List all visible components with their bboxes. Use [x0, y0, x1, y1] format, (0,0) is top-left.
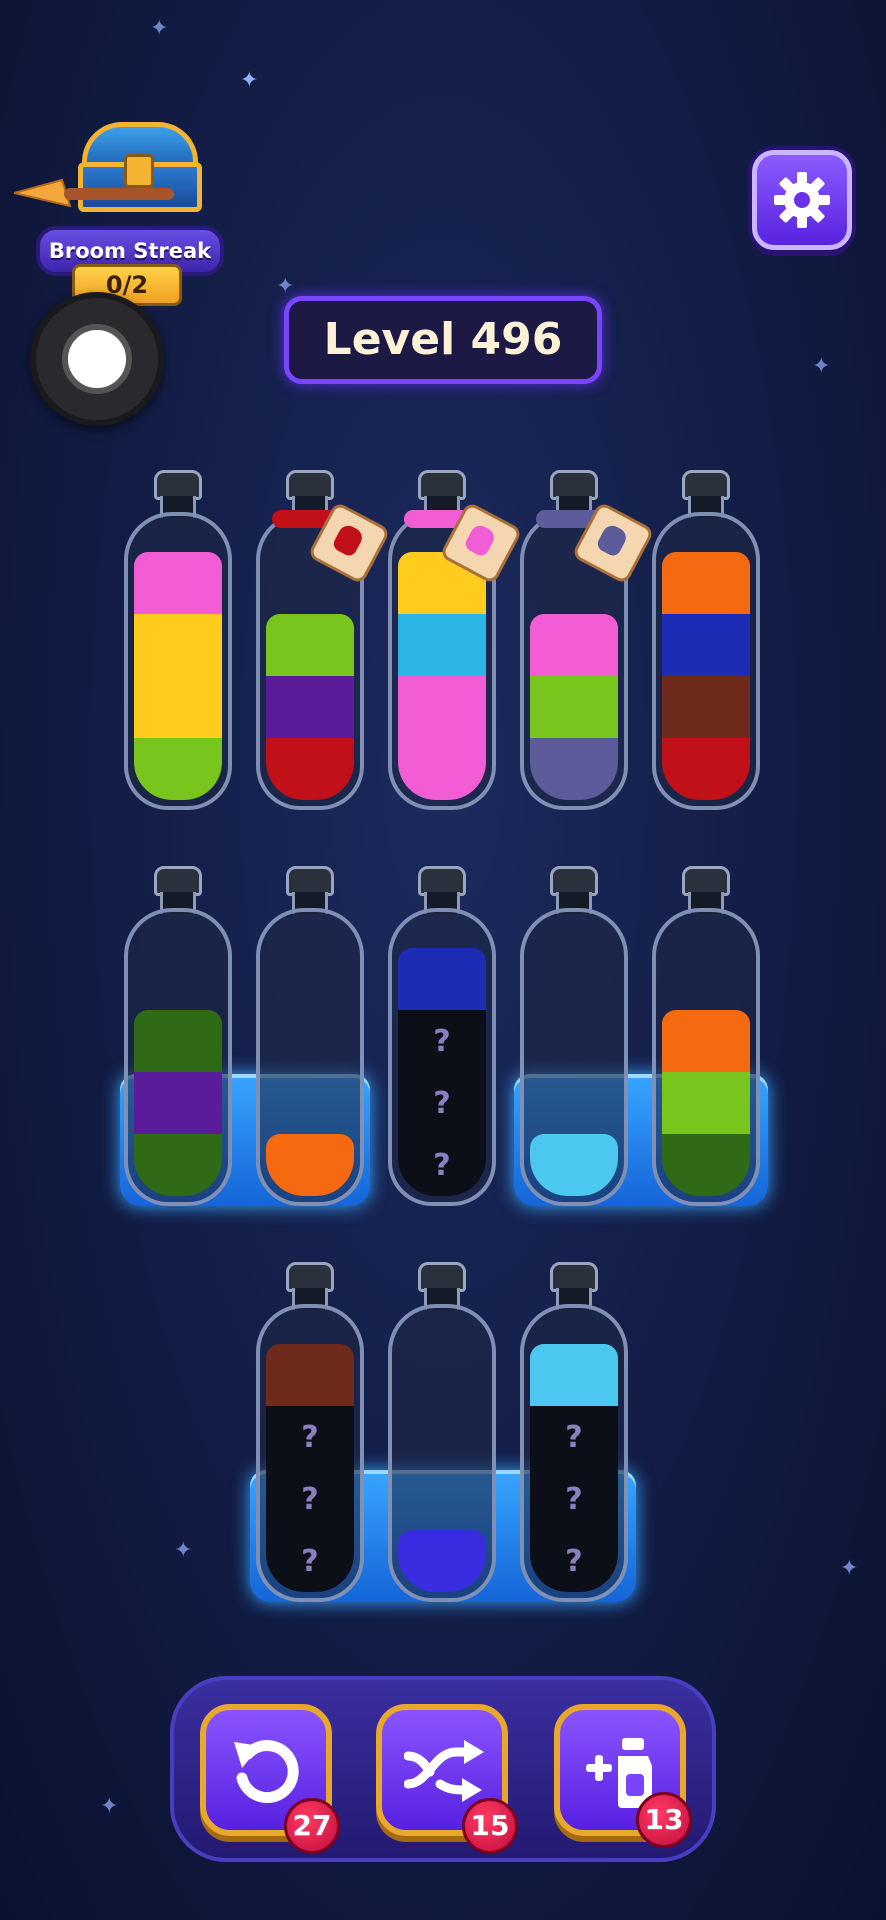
- shuffle-count-badge: 15: [462, 1798, 518, 1854]
- bottle[interactable]: [652, 866, 760, 1206]
- broom-icon: [14, 178, 174, 208]
- broom-streak[interactable]: Broom Streak 0/2: [14, 118, 224, 306]
- record-icon[interactable]: [30, 292, 164, 426]
- liquid-layer: [662, 738, 750, 800]
- hidden-layer: ?: [398, 1072, 486, 1134]
- star-icon: ✦: [174, 1538, 193, 1563]
- bottle[interactable]: [520, 866, 628, 1206]
- star-icon: ✦: [150, 16, 169, 41]
- liquid-layer: [134, 614, 222, 676]
- liquid-layer: [266, 676, 354, 738]
- liquid-layer: [134, 738, 222, 800]
- liquid-layer: [662, 676, 750, 738]
- star-icon: ✦: [812, 354, 831, 379]
- add-bottle-count-badge: 13: [636, 1792, 692, 1848]
- liquid-layer: [662, 552, 750, 614]
- star-icon: ✦: [240, 68, 259, 93]
- bottle[interactable]: ???: [520, 1262, 628, 1602]
- liquid-layer: [662, 1010, 750, 1072]
- liquid-layer: [266, 738, 354, 800]
- liquid-layer: [398, 738, 486, 800]
- bottle[interactable]: ???: [256, 1262, 364, 1602]
- hidden-layer: ?: [266, 1468, 354, 1530]
- liquid-layer: [398, 676, 486, 738]
- liquid-layer: [530, 614, 618, 676]
- liquid-layer: [662, 614, 750, 676]
- bottle[interactable]: [388, 470, 523, 810]
- bottle[interactable]: [256, 470, 391, 810]
- bottle[interactable]: [124, 866, 232, 1206]
- gear-icon: [774, 172, 830, 228]
- bottle[interactable]: [652, 470, 760, 810]
- shuffle-icon: [404, 1740, 484, 1802]
- liquid-layer: [134, 1072, 222, 1134]
- liquid-layer: [662, 1134, 750, 1196]
- liquid-layer: [398, 1530, 486, 1592]
- hidden-layer: ?: [266, 1406, 354, 1468]
- liquid-layer: [266, 614, 354, 676]
- liquid-layer: [530, 738, 618, 800]
- hidden-layer: ?: [530, 1468, 618, 1530]
- bottle[interactable]: [256, 866, 364, 1206]
- liquid-layer: [266, 1134, 354, 1196]
- star-icon: ✦: [276, 274, 295, 299]
- bottle[interactable]: [520, 470, 655, 810]
- liquid-layer: [134, 552, 222, 614]
- settings-button[interactable]: [752, 150, 852, 250]
- star-icon: ✦: [840, 1556, 859, 1581]
- liquid-layer: [398, 948, 486, 1010]
- bottle[interactable]: [124, 470, 232, 810]
- liquid-layer: [134, 676, 222, 738]
- level-title: Level 496: [284, 296, 602, 384]
- bottle[interactable]: [388, 1262, 496, 1602]
- undo-icon: [234, 1740, 299, 1804]
- bottle[interactable]: ???: [388, 866, 496, 1206]
- hidden-layer: ?: [530, 1406, 618, 1468]
- hidden-layer: ?: [530, 1530, 618, 1592]
- liquid-layer: [530, 1134, 618, 1196]
- liquid-layer: [134, 1134, 222, 1196]
- undo-count-badge: 27: [284, 1798, 340, 1854]
- liquid-layer: [530, 676, 618, 738]
- liquid-layer: [530, 1344, 618, 1406]
- hidden-layer: ?: [398, 1010, 486, 1072]
- hidden-layer: ?: [398, 1134, 486, 1196]
- star-icon: ✦: [100, 1794, 119, 1819]
- liquid-layer: [662, 1072, 750, 1134]
- liquid-layer: [134, 1010, 222, 1072]
- liquid-layer: [266, 1344, 354, 1406]
- liquid-layer: [398, 614, 486, 676]
- hidden-layer: ?: [266, 1530, 354, 1592]
